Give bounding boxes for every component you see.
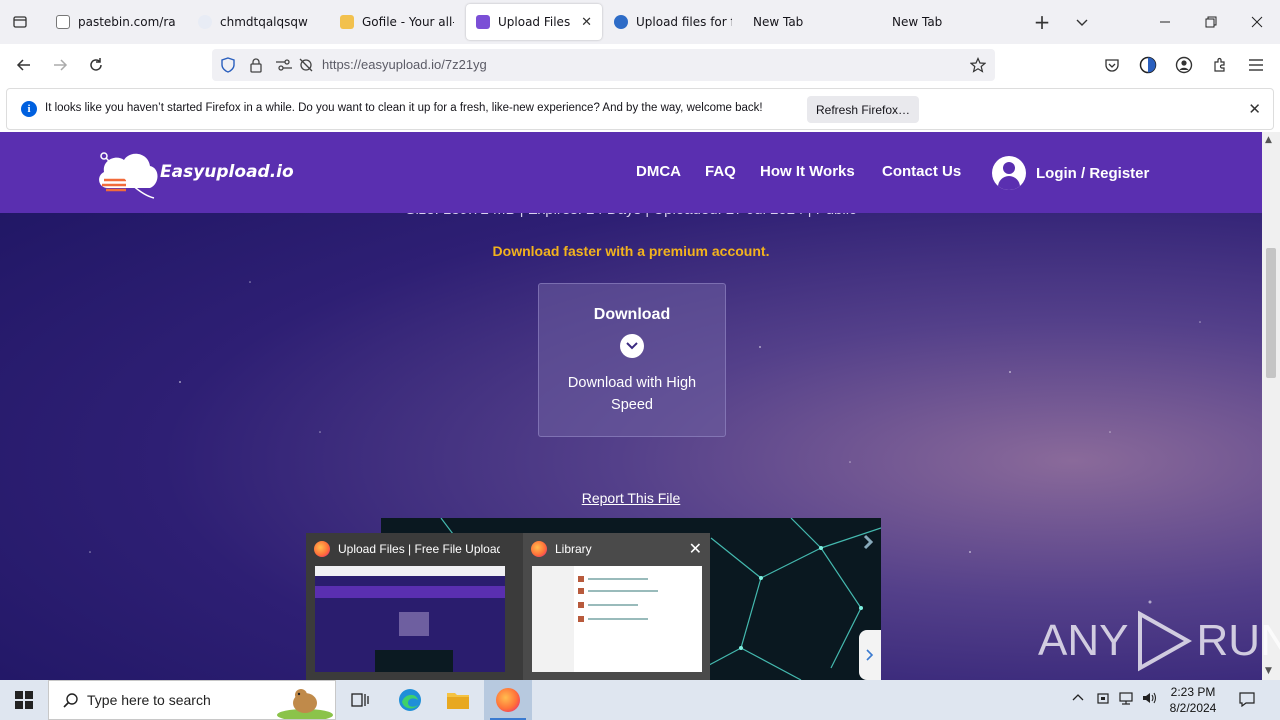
page-icon [198,15,212,29]
login-register-link[interactable]: Login / Register [992,156,1150,190]
nav-how-it-works[interactable]: How It Works [760,163,855,180]
easyupload-icon [476,15,490,29]
page-scrollbar[interactable]: ▲ ▼ [1262,132,1280,680]
site-header: Easyupload.io DMCA FAQ How It Works Cont… [0,132,1262,213]
nav-dmca[interactable]: DMCA [636,163,681,180]
download-chevron-icon [620,334,644,358]
preview-title: Library [555,542,592,556]
system-tray: 2:23 PM 8/2/2024 [0,680,1280,720]
logo-text: Easyupload.io [160,162,294,182]
download-button[interactable]: Download Download with High Speed [538,283,726,437]
shield-icon[interactable] [218,55,238,75]
menu-hamburger-icon[interactable] [1242,51,1270,79]
close-notification-icon[interactable]: ✕ [1248,100,1261,118]
gofile-icon [340,15,354,29]
upload-icon [614,15,628,29]
list-all-tabs-icon[interactable] [6,8,34,36]
login-register-label: Login / Register [1036,164,1150,182]
tab-new-tab-2[interactable]: New Tab [884,4,1022,40]
page-snapshot-image [315,566,505,672]
user-avatar-icon [992,156,1026,190]
firefox-view-icon[interactable] [1134,51,1162,79]
carousel-next-icon[interactable] [859,630,881,680]
tracking-blocked-icon[interactable] [296,55,316,75]
preview-title: Upload Files | Free File Upload a... [338,542,500,556]
watermark-text-left: ANY [1038,616,1129,665]
tab-upload-files-free[interactable]: Upload files for free [604,4,742,40]
close-tab-icon[interactable]: ✕ [581,15,592,30]
tab-gofile[interactable]: Gofile - Your all-in [330,4,464,40]
permissions-icon[interactable] [274,55,294,75]
pocket-icon[interactable] [1098,51,1126,79]
volume-icon[interactable] [1142,691,1158,709]
account-icon[interactable] [1170,51,1198,79]
easyupload-logo[interactable]: Easyupload.io [96,148,296,199]
taskbar-clock[interactable]: 2:23 PM 8/2/2024 [1162,684,1224,716]
anyrun-watermark: ANY RUN [1038,610,1280,672]
preview-upload-files[interactable]: Upload Files | Free File Upload a... [306,533,508,680]
lock-icon[interactable] [246,55,266,75]
reload-icon[interactable] [82,51,110,79]
taskbar-thumbnail-preview: Upload Files | Free File Upload a... Lib… [306,533,710,680]
notifications-icon[interactable] [1238,691,1256,711]
tab-pastebin[interactable]: pastebin.com/raw [46,4,186,40]
windows-taskbar: Type here to search 2:23 PM 8/2/2024 [0,680,1280,720]
restore-icon[interactable] [1188,0,1234,44]
scroll-thumb[interactable] [1266,248,1276,378]
preview-library[interactable]: Library ✕ [523,533,710,680]
info-icon: i [21,101,37,117]
scroll-up-icon[interactable]: ▲ [1265,135,1272,145]
chevron-down-icon[interactable] [1068,8,1096,36]
forward-icon[interactable] [46,51,74,79]
pastebin-icon [56,15,70,29]
refresh-firefox-notification: i It looks like you haven’t started Fire… [6,88,1274,130]
tab-upload-files-active[interactable]: Upload Files | Free File ✕ [466,4,602,40]
report-file-link[interactable]: Report This File [0,490,1262,506]
refresh-firefox-button[interactable]: Refresh Firefox… [807,96,919,123]
download-title: Download [593,306,671,323]
tab-chmdtqalqsqw[interactable]: chmdtqalqsqw [188,4,328,40]
firefox-icon [531,541,547,557]
notification-message: It looks like you haven’t started Firefo… [45,102,763,114]
download-subtitle: Download with High Speed [567,375,697,413]
clock-date: 8/2/2024 [1169,701,1217,715]
new-tab-plus-icon[interactable]: + [1028,8,1056,36]
close-preview-icon[interactable]: ✕ [689,539,702,558]
back-icon[interactable] [10,51,38,79]
network-icon[interactable] [1119,691,1135,709]
library-snapshot-image [532,566,702,672]
bookmark-star-icon[interactable] [968,55,988,75]
cloud-logo-icon [99,152,158,199]
navigation-toolbar: https://easyupload.io/7z21yg [0,44,1280,86]
device-icon[interactable] [1096,691,1110,709]
premium-link[interactable]: Download faster with a premium account. [0,243,1262,259]
tab-new-tab-1[interactable]: New Tab [744,4,882,40]
extensions-icon[interactable] [1206,51,1234,79]
nav-contact-us[interactable]: Contact Us [882,163,961,180]
firefox-icon [314,541,330,557]
tab-strip: pastebin.com/raw chmdtqalqsqw Gofile - Y… [0,0,1280,44]
clock-time: 2:23 PM [1170,685,1216,699]
play-triangle-icon [1138,610,1193,672]
minimize-icon[interactable] [1142,0,1188,44]
close-window-icon[interactable] [1234,0,1280,44]
show-hidden-icons-chevron-icon[interactable] [1072,691,1084,706]
nav-faq[interactable]: FAQ [705,163,736,180]
watermark-text-right: RUN [1196,616,1280,665]
url-bar[interactable]: https://easyupload.io/7z21yg [212,49,995,81]
url-text[interactable]: https://easyupload.io/7z21yg [322,57,487,72]
